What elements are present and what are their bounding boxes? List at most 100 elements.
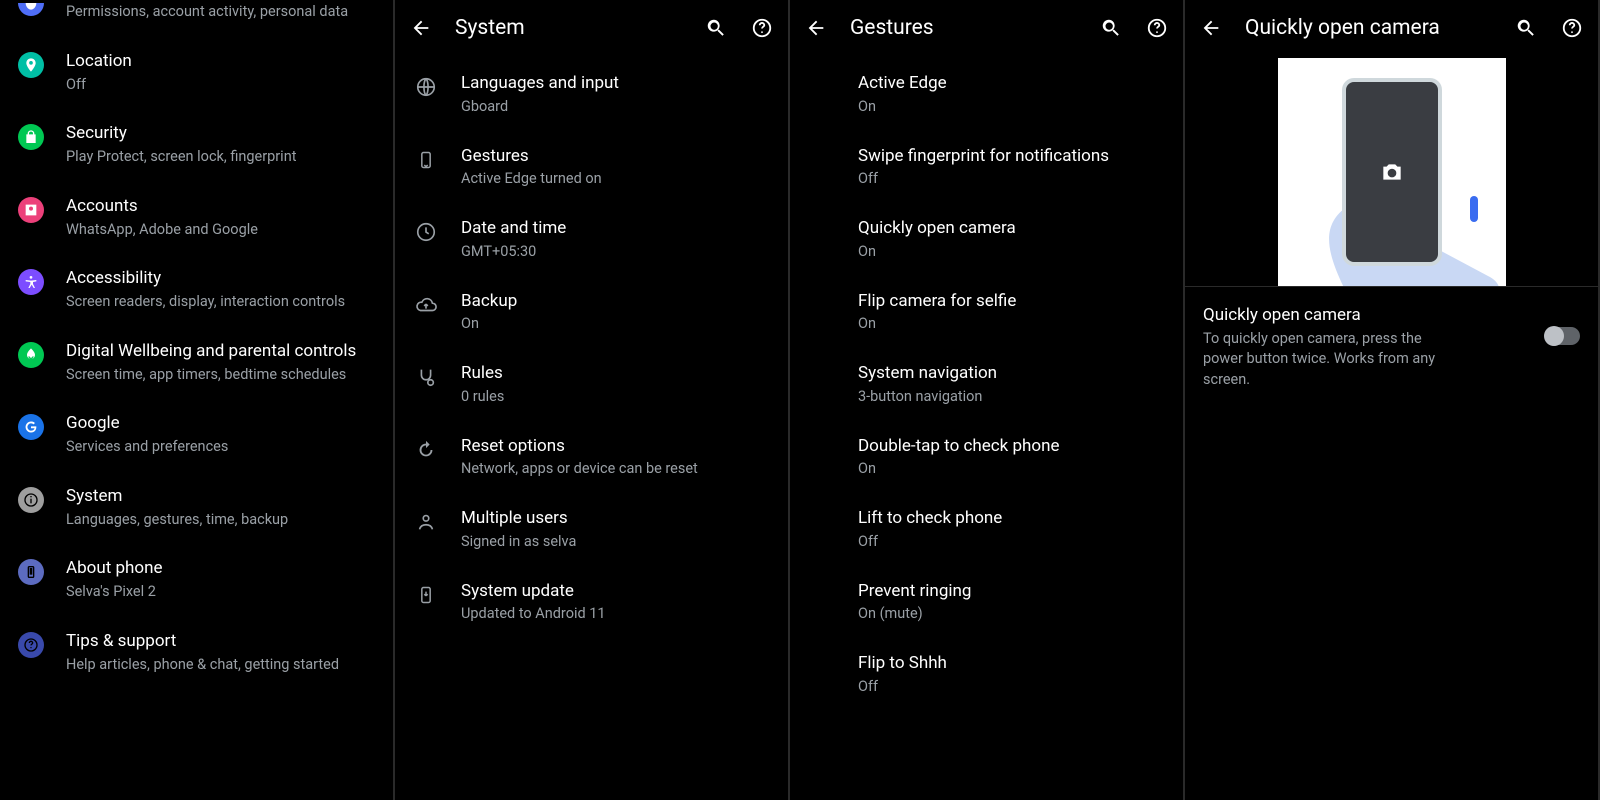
help-icon[interactable] [1560, 16, 1584, 40]
topbar: System [395, 0, 788, 58]
settings-item-accounts[interactable]: AccountsWhatsApp, Adobe and Google [0, 181, 393, 254]
item-sub: Off [858, 532, 1165, 552]
system-item-languages[interactable]: Languages and inputGboard [395, 58, 788, 131]
item-label: Double-tap to check phone [858, 435, 1165, 458]
item-sub: Signed in as selva [461, 532, 770, 552]
settings-panel: Permissions, account activity, personal … [0, 0, 395, 800]
quick-camera-toggle[interactable] [1546, 327, 1580, 345]
system-item-reset[interactable]: Reset optionsNetwork, apps or device can… [395, 421, 788, 494]
item-label: Lift to check phone [858, 507, 1165, 530]
settings-item-accessibility[interactable]: AccessibilityScreen readers, display, in… [0, 253, 393, 326]
settings-item-privacy[interactable]: Permissions, account activity, personal … [0, 0, 393, 36]
settings-item-label: System [66, 485, 375, 508]
gesture-item-quick-camera[interactable]: Quickly open cameraOn [790, 203, 1183, 276]
gesture-item-double-tap[interactable]: Double-tap to check phoneOn [790, 421, 1183, 494]
settings-item-sub: Screen readers, display, interaction con… [66, 292, 375, 312]
user-icon [413, 509, 439, 535]
item-label: Flip camera for selfie [858, 290, 1165, 313]
item-label: System update [461, 580, 770, 603]
system-panel: System Languages and inputGboard Gesture… [395, 0, 790, 800]
hero-illustration [1278, 58, 1506, 286]
gesture-item-active-edge[interactable]: Active EdgeOn [790, 58, 1183, 131]
camera-icon [1379, 159, 1405, 185]
settings-item-sub: Screen time, app timers, bedtime schedul… [66, 365, 375, 385]
system-item-users[interactable]: Multiple usersSigned in as selva [395, 493, 788, 566]
back-button[interactable] [804, 16, 828, 40]
settings-item-label: Tips & support [66, 630, 375, 653]
item-label: Languages and input [461, 72, 770, 95]
settings-item-label: Google [66, 412, 375, 435]
info-icon [18, 487, 44, 513]
settings-item-wellbeing[interactable]: Digital Wellbeing and parental controlsS… [0, 326, 393, 399]
search-icon[interactable] [1514, 16, 1538, 40]
item-label: Gestures [461, 145, 770, 168]
system-item-backup[interactable]: BackupOn [395, 276, 788, 349]
page-title: Gestures [850, 16, 1077, 40]
topbar: Gestures [790, 0, 1183, 58]
item-label: System navigation [858, 362, 1165, 385]
quick-camera-panel: Quickly open camera Quickly open camera … [1185, 0, 1600, 800]
settings-item-label: Security [66, 122, 375, 145]
item-label: Flip to Shhh [858, 652, 1165, 675]
settings-item-label: Accounts [66, 195, 375, 218]
item-sub: On [461, 314, 770, 334]
settings-item-sub: WhatsApp, Adobe and Google [66, 220, 375, 240]
item-sub: Off [858, 677, 1165, 697]
settings-item-sub: Off [66, 75, 375, 95]
item-label: Active Edge [858, 72, 1165, 95]
system-item-gestures[interactable]: GesturesActive Edge turned on [395, 131, 788, 204]
help-icon [18, 632, 44, 658]
gesture-item-prevent-ring[interactable]: Prevent ringingOn (mute) [790, 566, 1183, 639]
item-sub: On (mute) [858, 604, 1165, 624]
gesture-item-swipe-fp[interactable]: Swipe fingerprint for notificationsOff [790, 131, 1183, 204]
settings-item-security[interactable]: SecurityPlay Protect, screen lock, finge… [0, 108, 393, 181]
item-sub: Off [858, 169, 1165, 189]
item-label: Multiple users [461, 507, 770, 530]
item-sub: Network, apps or device can be reset [461, 459, 770, 479]
settings-item-label: Accessibility [66, 267, 375, 290]
google-icon [18, 414, 44, 440]
item-sub: On [858, 97, 1165, 117]
settings-item-tips[interactable]: Tips & supportHelp articles, phone & cha… [0, 616, 393, 689]
item-sub: Gboard [461, 97, 770, 117]
settings-item-sub: Selva's Pixel 2 [66, 582, 375, 602]
search-icon[interactable] [704, 16, 728, 40]
clock-icon [413, 219, 439, 245]
back-button[interactable] [1199, 16, 1223, 40]
item-label: Rules [461, 362, 770, 385]
settings-item-sub: Help articles, phone & chat, getting sta… [66, 655, 375, 675]
settings-item-google[interactable]: GoogleServices and preferences [0, 398, 393, 471]
help-icon[interactable] [750, 16, 774, 40]
settings-item-location[interactable]: LocationOff [0, 36, 393, 109]
settings-item-about[interactable]: About phoneSelva's Pixel 2 [0, 543, 393, 616]
settings-item-sub: Languages, gestures, time, backup [66, 510, 375, 530]
settings-item-system[interactable]: SystemLanguages, gestures, time, backup [0, 471, 393, 544]
reset-icon [413, 437, 439, 463]
phone-icon [18, 559, 44, 585]
settings-item-label: Digital Wellbeing and parental controls [66, 340, 375, 363]
gesture-item-flip-selfie[interactable]: Flip camera for selfieOn [790, 276, 1183, 349]
item-sub: On [858, 459, 1165, 479]
toggle-description: To quickly open camera, press the power … [1203, 329, 1443, 390]
cloud-icon [413, 292, 439, 318]
account-icon [18, 197, 44, 223]
phone-illustration [1342, 78, 1442, 266]
gesture-icon [413, 147, 439, 173]
gesture-item-flip-shhh[interactable]: Flip to ShhhOff [790, 638, 1183, 711]
topbar: Quickly open camera [1185, 0, 1598, 58]
item-sub: On [858, 314, 1165, 334]
item-sub: GMT+05:30 [461, 242, 770, 262]
item-label: Reset options [461, 435, 770, 458]
back-button[interactable] [409, 16, 433, 40]
system-item-rules[interactable]: Rules0 rules [395, 348, 788, 421]
gestures-panel: Gestures Active EdgeOn Swipe fingerprint… [790, 0, 1185, 800]
help-icon[interactable] [1145, 16, 1169, 40]
system-item-datetime[interactable]: Date and timeGMT+05:30 [395, 203, 788, 276]
gesture-item-system-nav[interactable]: System navigation3-button navigation [790, 348, 1183, 421]
gesture-item-lift[interactable]: Lift to check phoneOff [790, 493, 1183, 566]
settings-item-sub: Permissions, account activity, personal … [66, 2, 375, 22]
system-item-update[interactable]: System updateUpdated to Android 11 [395, 566, 788, 639]
settings-item-sub: Services and preferences [66, 437, 375, 457]
search-icon[interactable] [1099, 16, 1123, 40]
globe-icon [413, 74, 439, 100]
